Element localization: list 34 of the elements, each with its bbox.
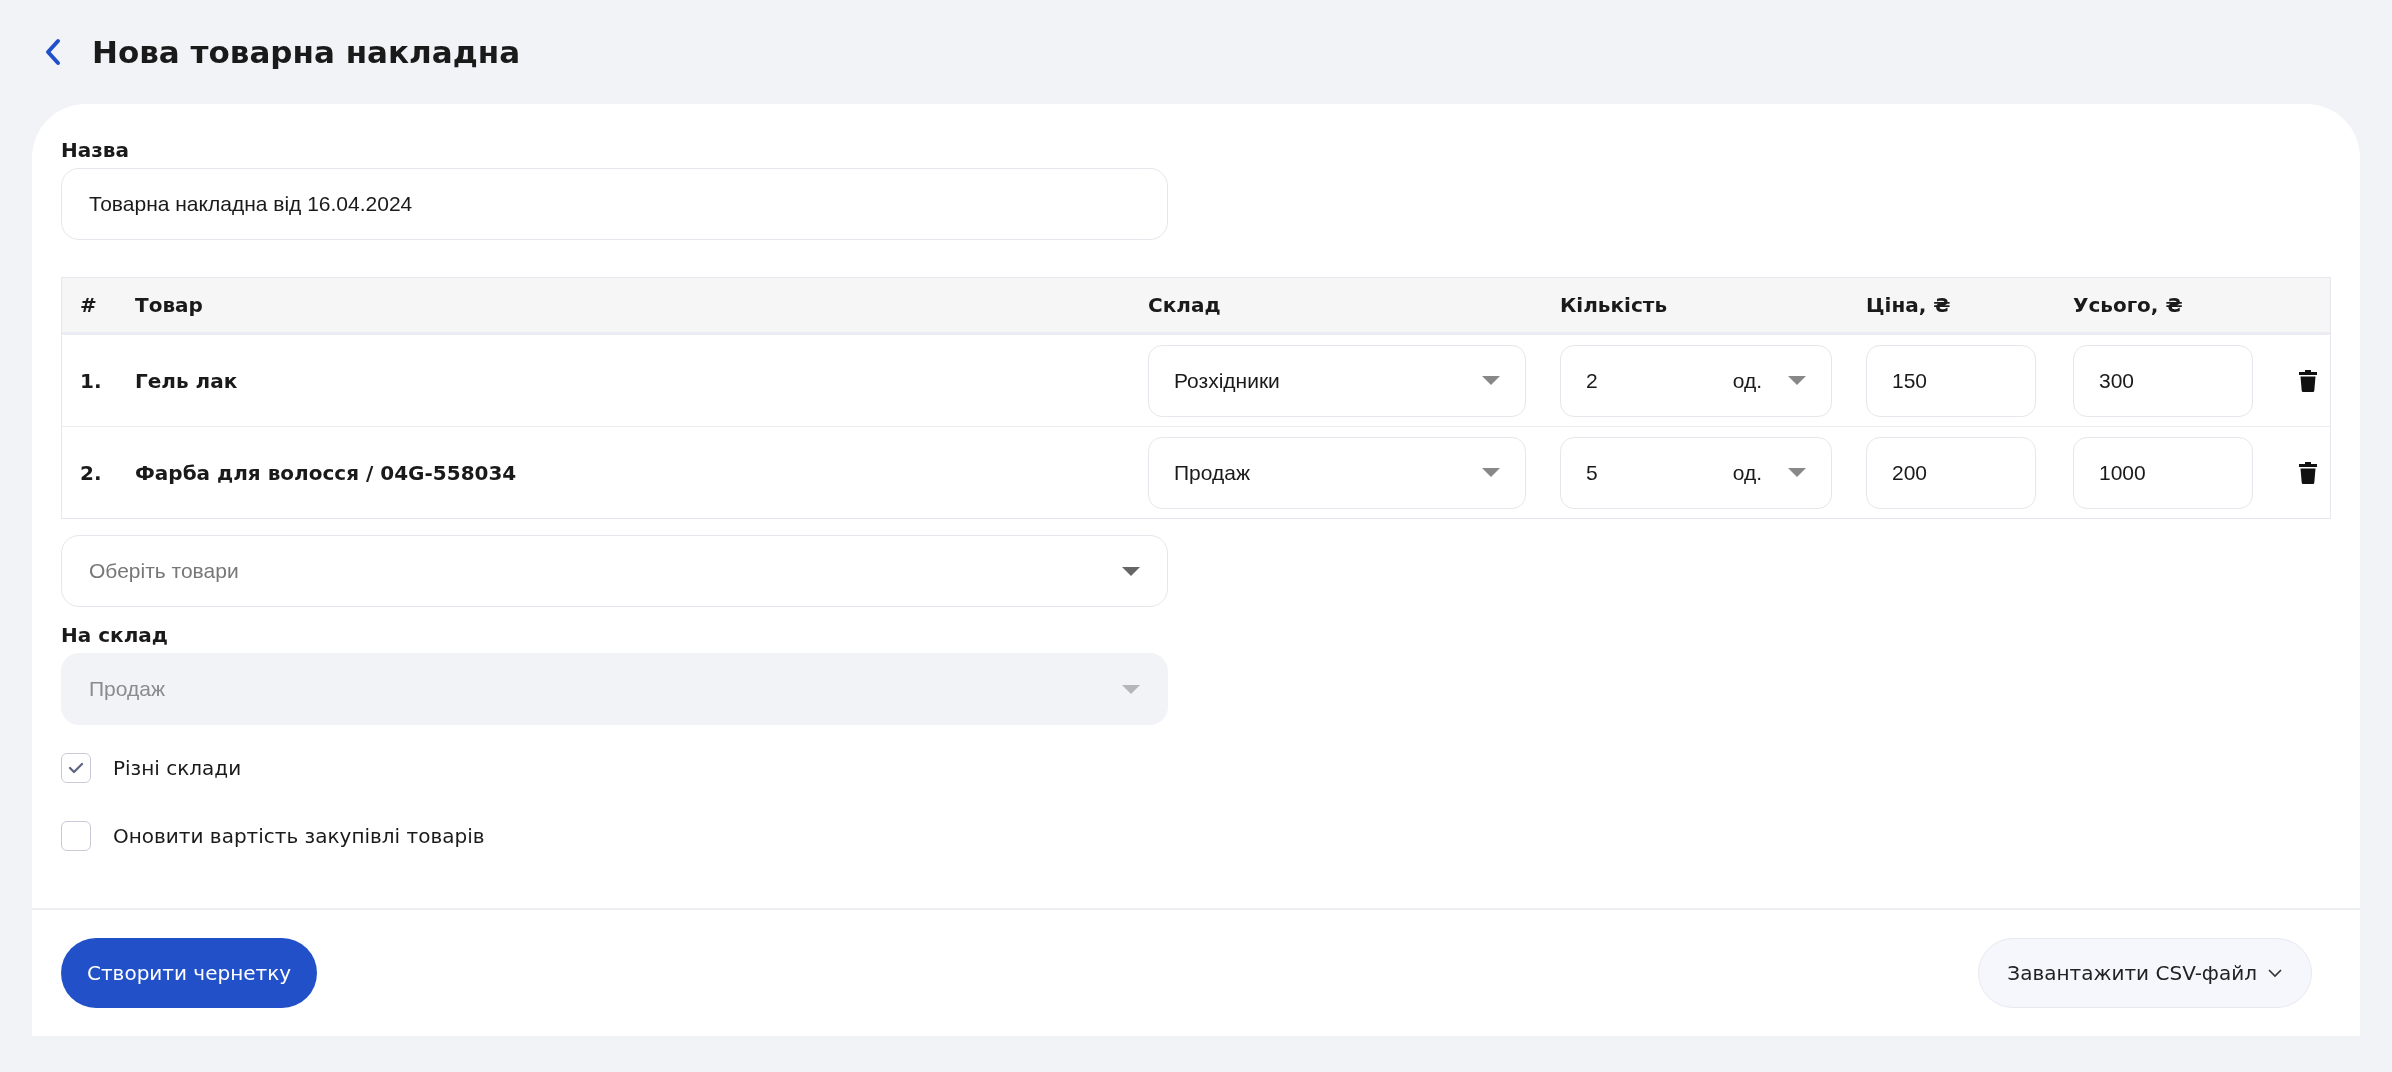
- quantity-field[interactable]: 5 од.: [1560, 436, 1832, 509]
- page-title: Нова товарна накладна: [92, 34, 521, 70]
- total-field[interactable]: 300: [2073, 344, 2253, 417]
- checkbox[interactable]: [61, 753, 91, 783]
- chevron-down-icon: [2267, 968, 2283, 978]
- column-header: Усього, ₴: [2073, 293, 2184, 317]
- column-header: Склад: [1148, 293, 1222, 317]
- column-header: Ціна, ₴: [1866, 293, 1952, 317]
- checkbox-label: Різні склади: [113, 756, 242, 780]
- field-label: Назва: [61, 137, 130, 164]
- check-icon: [68, 762, 84, 774]
- total-field[interactable]: 1000: [2073, 436, 2253, 509]
- price-field[interactable]: 200: [1866, 436, 2036, 509]
- name-field[interactable]: Товарна накладна від 16.04.2024: [61, 168, 1168, 240]
- product-name: Гель лак: [135, 368, 239, 393]
- back-icon[interactable]: [44, 38, 62, 66]
- column-header: #: [79, 293, 98, 317]
- column-header: Кількість: [1560, 293, 1669, 317]
- row-number: 2.: [79, 460, 103, 485]
- checkbox[interactable]: [61, 821, 91, 851]
- field-label: На склад: [61, 622, 169, 649]
- product-select[interactable]: Оберіть товари: [61, 535, 1168, 607]
- warehouse-select[interactable]: Розхідники: [1148, 344, 1526, 417]
- row-number: 1.: [79, 368, 103, 393]
- product-name: Фарба для волосся / 04G-558034: [135, 460, 518, 485]
- create-draft-button[interactable]: Створити чернетку: [61, 938, 318, 1008]
- price-field[interactable]: 150: [1866, 344, 2036, 417]
- trash-icon[interactable]: [2299, 461, 2317, 484]
- quantity-field[interactable]: 2 од.: [1560, 344, 1832, 417]
- column-header: Товар: [135, 293, 204, 317]
- upload-csv-button[interactable]: Завантажити CSV-файл: [1978, 938, 2312, 1008]
- trash-icon[interactable]: [2299, 369, 2317, 392]
- warehouse-select[interactable]: Продаж: [1148, 436, 1526, 509]
- checkbox-label: Оновити вартість закупівлі товарів: [113, 824, 485, 848]
